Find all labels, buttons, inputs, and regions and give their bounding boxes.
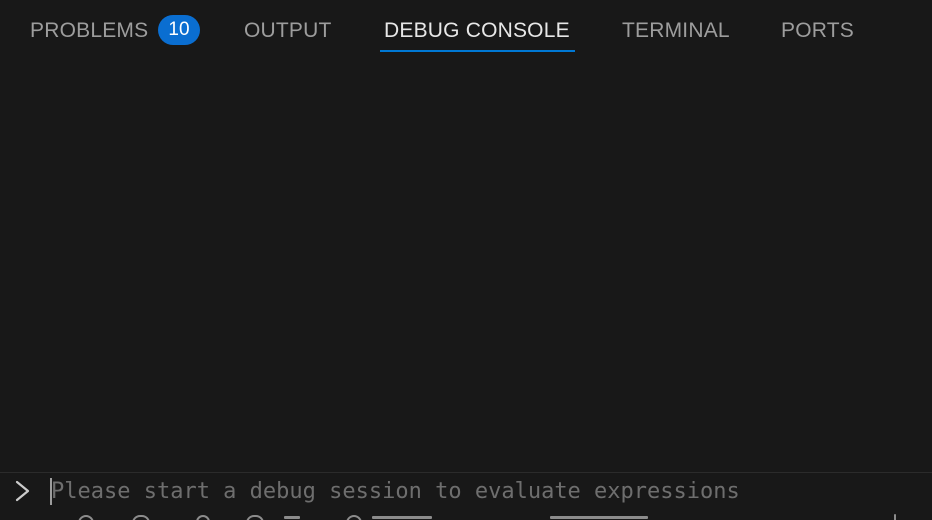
status-bar-fragment [550,516,648,519]
status-bar-partial [0,512,932,520]
tab-debug-console[interactable]: DEBUG CONSOLE [380,0,575,62]
error-icon [132,515,150,520]
status-bar-fragment [894,514,896,520]
console-input-divider [0,472,932,473]
problems-count-badge: 10 [158,15,200,45]
tab-output-label: OUTPUT [244,19,332,42]
tab-debug-console-label: DEBUG CONSOLE [384,19,570,42]
info-icon [246,515,264,520]
status-bar-fragment [284,516,300,519]
active-tab-indicator [380,50,575,52]
debug-console-output[interactable] [0,62,932,472]
tab-problems[interactable]: PROBLEMS [30,0,148,62]
tab-problems-label: PROBLEMS [30,19,149,42]
panel-tab-bar: PROBLEMS 10 OUTPUT DEBUG CONSOLE TERMINA… [0,0,932,62]
tab-ports-label: PORTS [781,19,854,42]
chevron-right-icon [15,480,30,502]
warning-icon [196,515,210,520]
status-bar-icon [78,515,94,520]
sync-icon [346,515,362,520]
tab-terminal-label: TERMINAL [622,19,730,42]
tab-terminal[interactable]: TERMINAL [622,0,730,62]
tab-output[interactable]: OUTPUT [244,0,332,62]
debug-console-input[interactable] [51,474,911,508]
status-bar-fragment [372,516,432,519]
tab-ports[interactable]: PORTS [781,0,854,62]
